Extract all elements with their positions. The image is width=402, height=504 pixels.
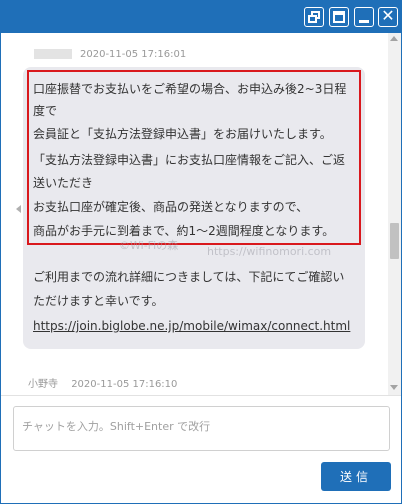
sender-name: 小野寺 — [28, 379, 58, 390]
send-button[interactable]: 送信 — [321, 462, 391, 491]
message-line: 「支払方法登録申込書」にお支払口座情報をご記入、ご返 — [33, 153, 346, 167]
message-timestamp: 2020-11-05 17:16:01 — [80, 49, 187, 60]
close-icon: ✕ — [381, 6, 395, 25]
chat-input[interactable] — [13, 406, 390, 451]
watermark-text: ©Wi-Fiの森 — [119, 239, 179, 252]
message-line: 送いただき — [33, 176, 94, 190]
message-meta: 小野寺 2020-11-05 17:16:10 — [28, 375, 177, 390]
sender-name-redacted — [34, 49, 72, 59]
message-line: 口座振替でお支払いをご希望の場合、お申込み後2~3日程 — [33, 82, 347, 96]
close-button[interactable]: ✕ — [378, 7, 398, 27]
message-line: ご利用までの流れ詳細につきましては、下記にてご確認い — [33, 270, 345, 284]
composer: 送信 — [1, 395, 401, 503]
message-meta: 2020-11-05 17:16:01 — [34, 49, 186, 60]
bubble-caret-icon — [16, 205, 21, 213]
connect-guide-link[interactable]: https://join.biglobe.ne.jp/mobile/wimax/… — [33, 319, 350, 333]
chat-window: ✕ 2020-11-05 17:16:01 口座振替でお支払いをご希望の場合、お… — [0, 0, 402, 504]
scrollbar-thumb[interactable] — [390, 223, 399, 259]
scroll-down-icon[interactable] — [390, 385, 398, 390]
scroll-up-icon[interactable] — [390, 36, 398, 41]
message-line: 会員証と「支払方法登録申込書」をお届けいたします。 — [33, 127, 332, 141]
message-line: 度で — [33, 104, 58, 118]
message-line: お支払口座が確定後、商品の発送となりますので、 — [33, 200, 309, 214]
minimize-icon — [359, 20, 369, 23]
chat-messages[interactable]: 2020-11-05 17:16:01 口座振替でお支払いをご希望の場合、お申込… — [1, 33, 401, 395]
message-line: ただけますと幸いです。 — [33, 294, 164, 308]
maximize-button[interactable] — [329, 7, 349, 27]
popout-button[interactable] — [304, 7, 324, 27]
message-timestamp: 2020-11-05 17:16:10 — [71, 379, 178, 390]
maximize-icon — [333, 11, 345, 23]
title-bar: ✕ — [1, 1, 401, 33]
minimize-button[interactable] — [354, 7, 374, 27]
scrollbar[interactable] — [388, 33, 401, 395]
watermark-url: https://wifinomori.com — [207, 245, 332, 258]
message-line: 商品がお手元に到着まで、約1～2週間程度となります。 — [33, 224, 335, 238]
